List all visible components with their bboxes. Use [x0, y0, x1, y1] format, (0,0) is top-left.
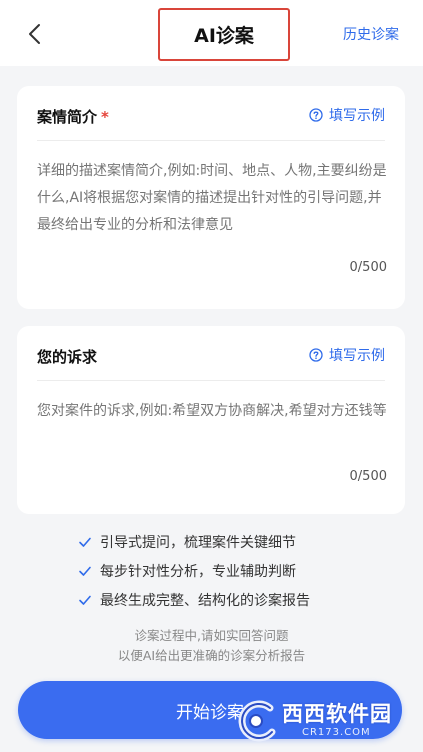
watermark-url: CR173.COM [302, 727, 371, 738]
check-icon [78, 593, 92, 607]
claim-input[interactable] [37, 398, 387, 458]
feature-text: 引导式提问，梳理案件关键细节 [100, 534, 296, 551]
claim-card: 您的诉求 填写示例 0/500 [17, 326, 405, 514]
claim-example-link[interactable]: 填写示例 [309, 345, 385, 365]
watermark-text: 西西软件园 [282, 702, 392, 726]
title-highlight-box: AI诊案 [158, 8, 290, 61]
tips-text: 诊案过程中,请如实回答问题 以便AI给出更准确的诊案分析报告 [0, 626, 423, 666]
claim-char-counter: 0/500 [349, 469, 387, 484]
back-button[interactable] [20, 20, 48, 48]
required-mark: * [101, 108, 109, 126]
feature-item: 引导式提问，梳理案件关键细节 [78, 527, 310, 556]
case-summary-input[interactable] [37, 158, 387, 248]
case-summary-title: 案情简介 * [37, 106, 109, 127]
feature-text: 每步针对性分析，专业辅助判断 [100, 563, 296, 580]
chevron-left-icon [29, 24, 40, 44]
question-circle-icon [309, 108, 323, 122]
claim-title: 您的诉求 [37, 348, 98, 366]
check-icon [78, 535, 92, 549]
watermark-c-icon [238, 700, 276, 742]
case-example-link[interactable]: 填写示例 [309, 105, 385, 125]
card-divider [37, 140, 385, 141]
case-summary-card: 案情简介* 填写示例 0/500 [17, 86, 405, 309]
feature-item: 最终生成完整、结构化的诊案报告 [78, 585, 310, 614]
feature-item: 每步针对性分析，专业辅助判断 [78, 556, 310, 585]
case-char-counter: 0/500 [349, 260, 387, 275]
feature-list: 引导式提问，梳理案件关键细节 每步针对性分析，专业辅助判断 最终生成完整、结构化… [78, 527, 310, 614]
watermark-logo: 西西软件园 CR173.COM [232, 694, 407, 748]
tips-line-2: 以便AI给出更准确的诊案分析报告 [117, 648, 306, 663]
question-circle-icon [309, 348, 323, 362]
card-divider [37, 380, 385, 381]
case-summary-label: 案情简介 [37, 108, 98, 126]
page-title: AI诊案 [194, 25, 254, 47]
feature-text: 最终生成完整、结构化的诊案报告 [100, 592, 310, 609]
history-link[interactable]: 历史诊案 [343, 24, 399, 44]
top-nav-bar: AI诊案 历史诊案 [0, 0, 423, 66]
claim-example-label: 填写示例 [329, 348, 385, 364]
tips-line-1: 诊案过程中,请如实回答问题 [134, 628, 289, 643]
check-icon [78, 564, 92, 578]
case-example-label: 填写示例 [329, 108, 385, 124]
